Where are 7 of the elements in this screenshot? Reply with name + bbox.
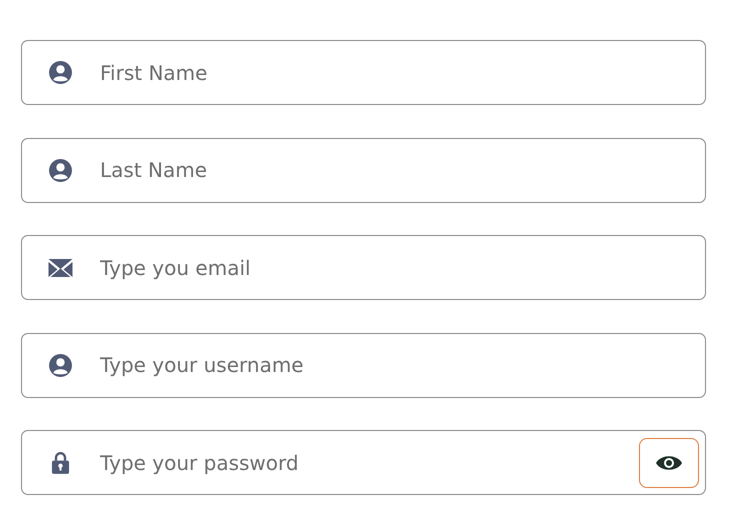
- input-field[interactable]: Type you email: [21, 235, 706, 300]
- input-field[interactable]: Type your username: [21, 332, 706, 398]
- eye-icon: [655, 454, 683, 472]
- input-field[interactable]: First Name: [21, 40, 706, 105]
- show-password-button[interactable]: [639, 438, 699, 488]
- input-field[interactable]: Last Name: [21, 138, 706, 202]
- input-field[interactable]: Type your password: [21, 430, 706, 495]
